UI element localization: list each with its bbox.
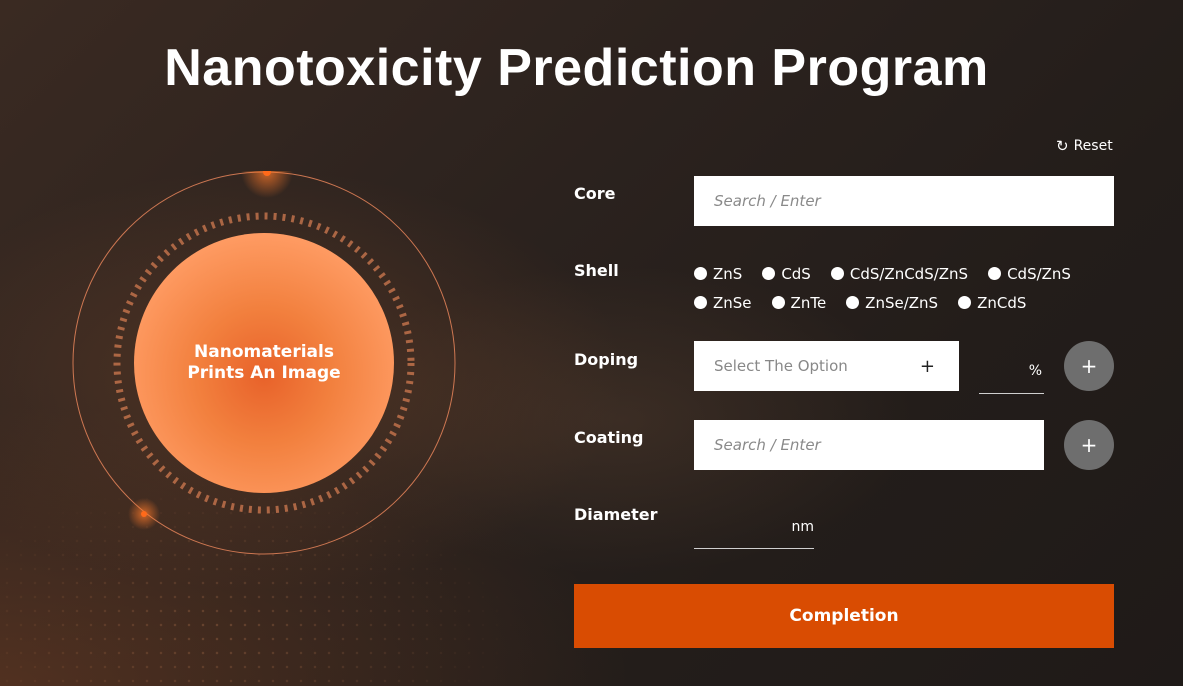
shell-label: Shell <box>574 261 619 280</box>
doping-percent-field[interactable]: % <box>979 349 1044 394</box>
plus-icon: + <box>1080 354 1098 378</box>
add-coating-button[interactable]: + <box>1064 420 1114 470</box>
radio-circle-icon[interactable] <box>694 267 707 280</box>
shell-option[interactable]: CdS/ZnCdS/ZnS <box>830 264 969 283</box>
refresh-icon: ↻ <box>1056 137 1069 155</box>
coating-label: Coating <box>574 428 644 447</box>
add-doping-button[interactable]: + <box>1064 341 1114 391</box>
shell-option-label: ZnSe <box>713 293 752 312</box>
plus-icon: + <box>919 355 935 377</box>
doping-select-text: Select The Option <box>714 357 848 375</box>
shell-option-label: ZnS <box>713 264 743 283</box>
shell-option[interactable]: ZnSe/ZnS <box>846 294 938 312</box>
coating-search-input[interactable] <box>694 420 1044 470</box>
shell-option-label: CdS/ZnS <box>1007 264 1071 283</box>
radio-circle-icon[interactable] <box>988 267 1002 280</box>
shell-option-label: ZnCdS <box>977 293 1027 312</box>
shell-option[interactable]: ZnCdS <box>958 294 1026 312</box>
core-search-input[interactable] <box>694 176 1114 226</box>
shell-radio-row-1: ZnS CdS CdS/ZnCdS/ZnS CdS/ZnS <box>694 259 1114 288</box>
diameter-input[interactable]: nm <box>694 506 814 549</box>
diameter-label: Diameter <box>574 505 658 524</box>
doping-select[interactable]: Select The Option + <box>694 341 959 391</box>
shell-option-label: CdS <box>781 264 811 283</box>
radio-circle-icon[interactable] <box>830 267 844 280</box>
radio-circle-icon[interactable] <box>771 296 785 309</box>
completion-button[interactable]: Completion <box>574 584 1114 648</box>
shell-option-label: ZnTe <box>790 293 827 312</box>
shell-option[interactable]: CdS/ZnS <box>988 265 1071 283</box>
visual-text-line1: Nanomaterials <box>194 342 334 362</box>
plus-icon: + <box>1080 433 1098 457</box>
shell-option[interactable]: ZnSe <box>694 294 752 312</box>
radio-circle-icon[interactable] <box>694 296 707 309</box>
doping-label: Doping <box>574 350 639 369</box>
shell-option-label: ZnSe/ZnS <box>865 293 939 312</box>
shell-option[interactable]: ZnTe <box>771 293 827 312</box>
radio-circle-icon[interactable] <box>846 296 860 309</box>
reset-label: Reset <box>1073 138 1113 154</box>
visual-text-line2: Prints An Image <box>187 363 341 383</box>
shell-option[interactable]: ZnS <box>694 265 742 283</box>
core-label: Core <box>574 184 616 203</box>
nanomaterial-core: Nanomaterials Prints An Image <box>134 233 394 493</box>
shell-radio-row-2: ZnSe ZnTe ZnSe/ZnS ZnCdS <box>694 288 1114 317</box>
nanomaterial-visual: Nanomaterials Prints An Image <box>72 171 456 555</box>
reset-button[interactable]: ↻ Reset <box>1056 137 1113 155</box>
shell-option-label: CdS/ZnCdS/ZnS <box>849 264 969 283</box>
page-title: Nanotoxicity Prediction Program <box>164 39 989 97</box>
percent-unit: % <box>1028 363 1042 379</box>
shell-option[interactable]: CdS <box>762 265 811 283</box>
shell-radio-group: ZnS CdS CdS/ZnCdS/ZnS CdS/ZnS ZnSe ZnTe ZnSe/… <box>694 259 1114 317</box>
orbit-dot-bottom <box>141 511 147 517</box>
nm-unit: nm <box>791 519 814 535</box>
radio-circle-icon[interactable] <box>958 296 972 309</box>
radio-circle-icon[interactable] <box>762 267 776 280</box>
